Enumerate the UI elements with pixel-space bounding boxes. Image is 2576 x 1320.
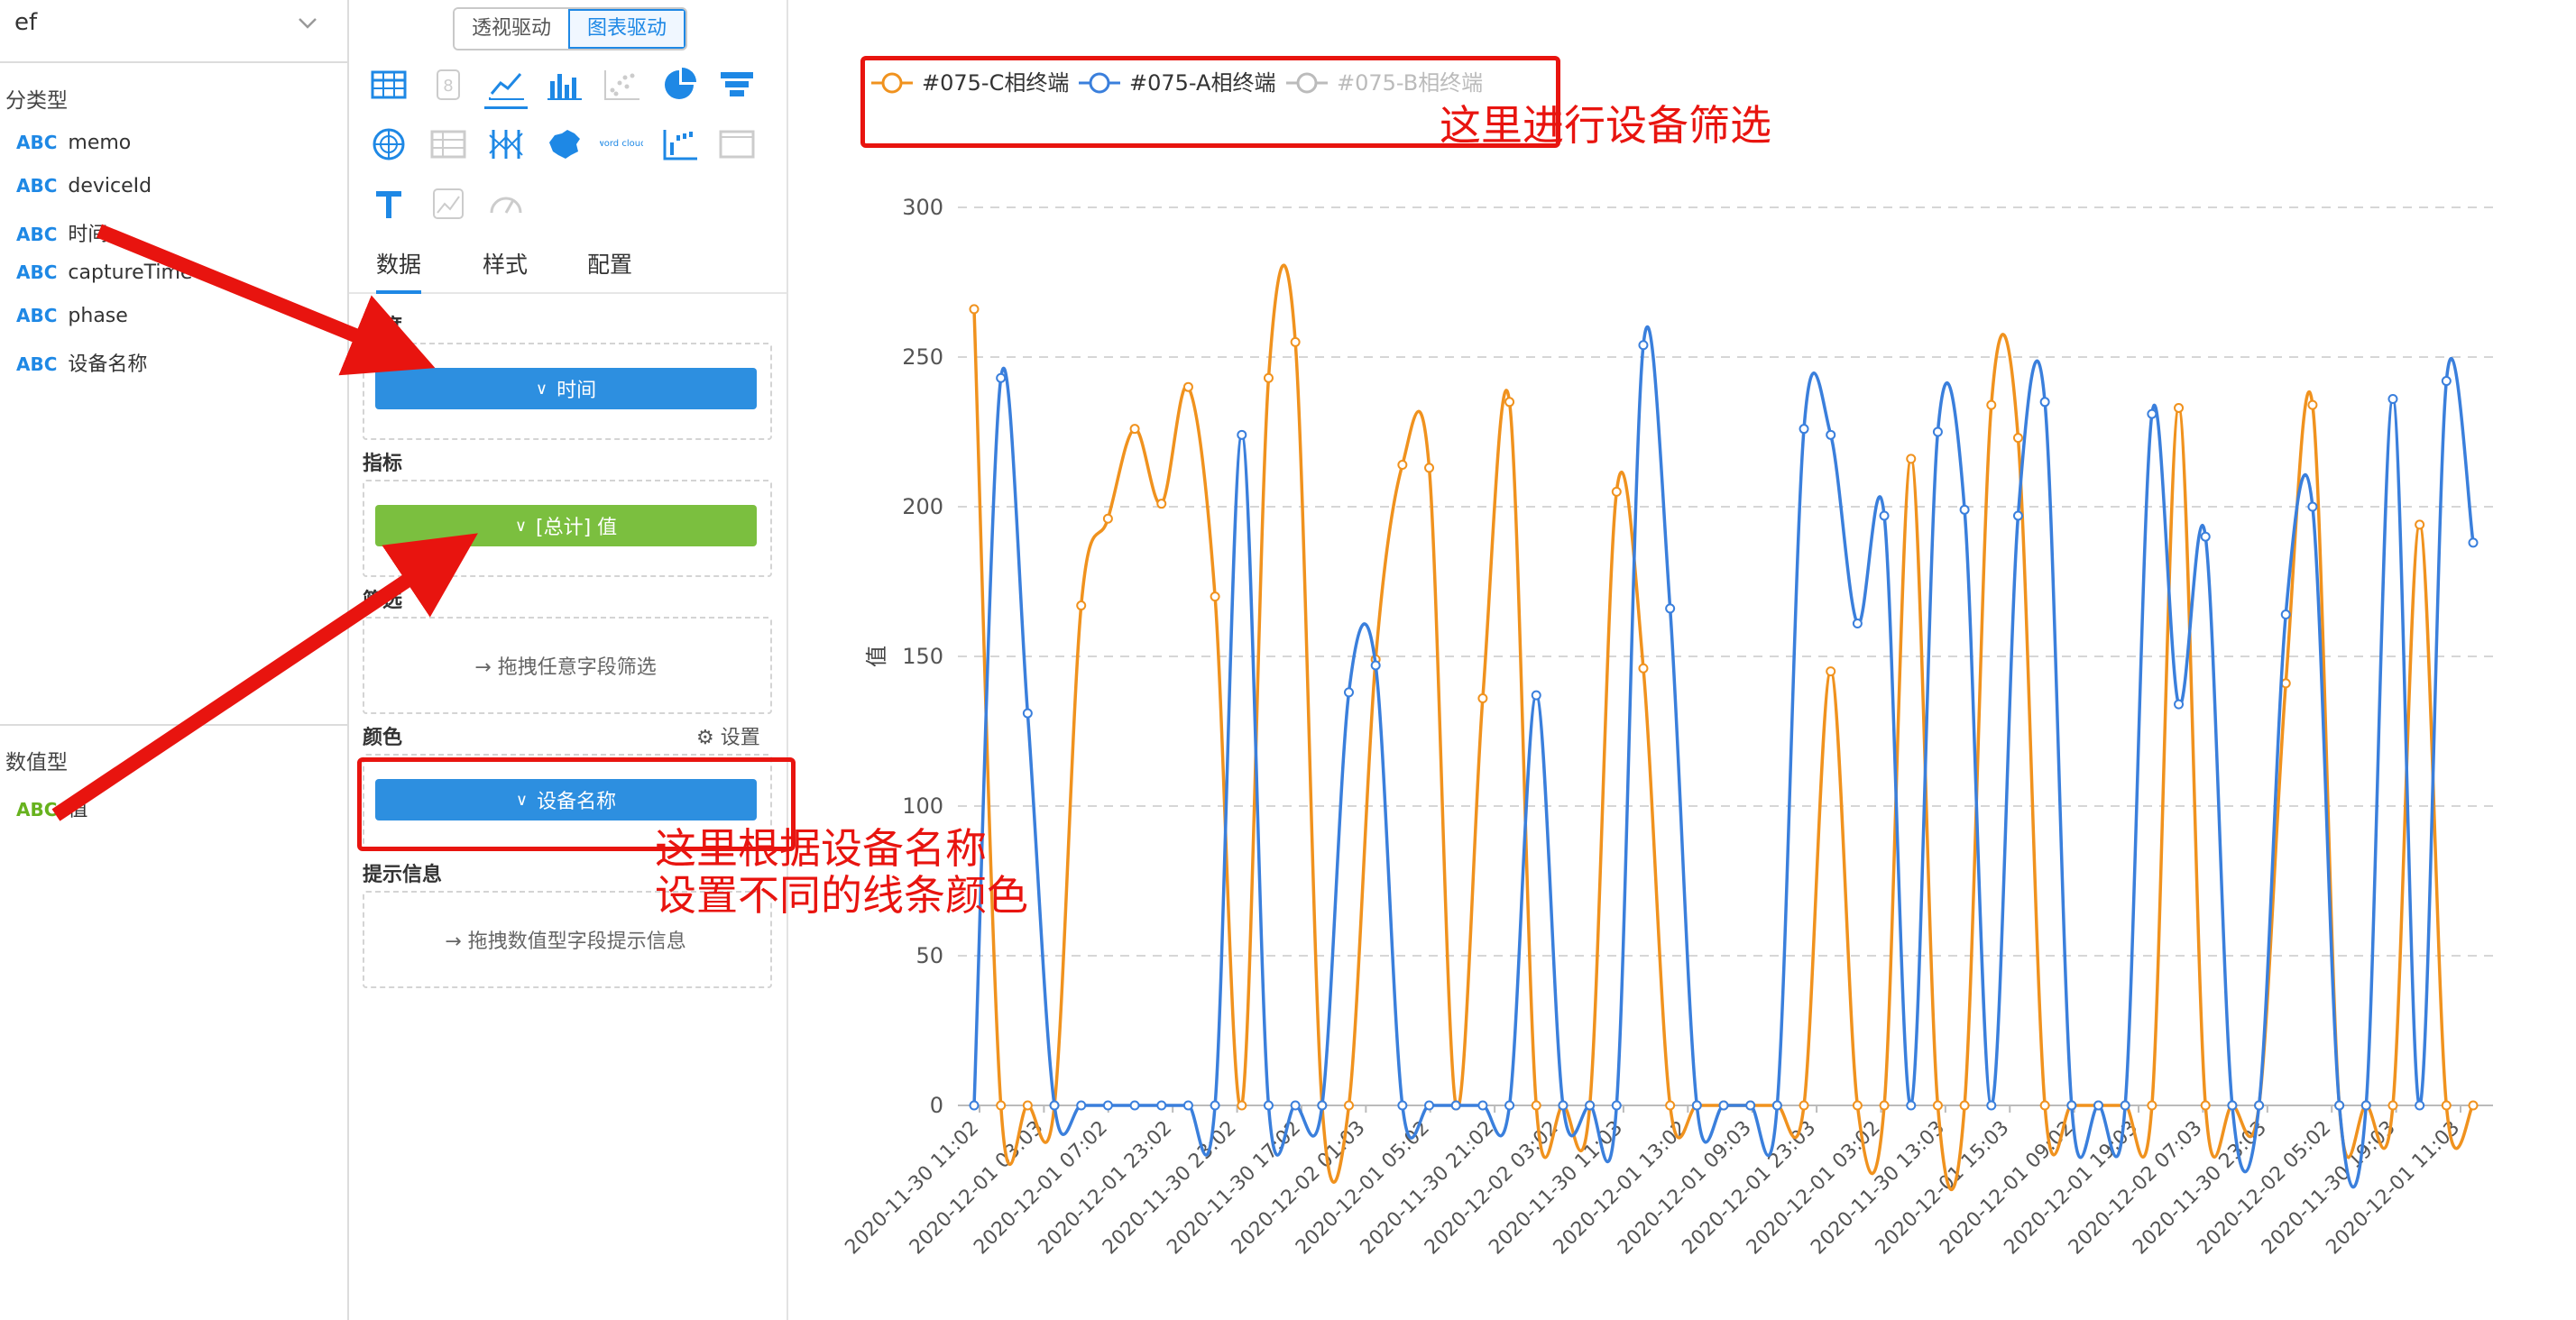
arrow-to-metric <box>51 533 478 821</box>
arrow-to-dimension <box>96 224 436 376</box>
annotation-arrows <box>51 224 478 821</box>
